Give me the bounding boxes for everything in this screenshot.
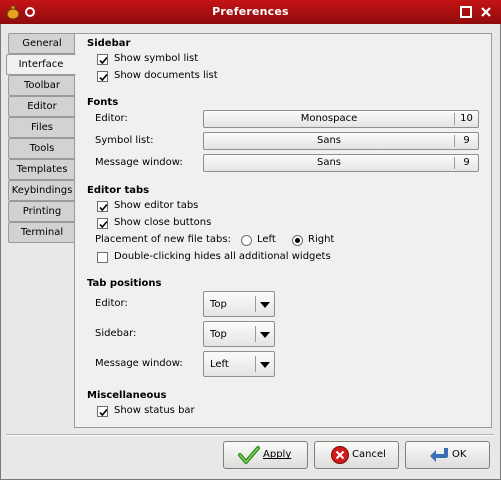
checkmark-icon: [99, 220, 108, 229]
tab-terminal[interactable]: Terminal: [8, 222, 75, 243]
window-title: Preferences: [212, 5, 289, 18]
ok-button-label: OK: [452, 449, 467, 460]
divider: [255, 356, 256, 372]
show-documents-list-checkbox[interactable]: [97, 71, 108, 82]
radio-selected-dot: [295, 238, 300, 243]
show-editor-tabs-checkbox[interactable]: [97, 201, 108, 212]
cancel-button-label: Cancel: [352, 449, 386, 460]
show-symbol-list-label[interactable]: Show symbol list: [114, 53, 198, 64]
button-area-separator: [6, 434, 494, 436]
show-close-buttons-label[interactable]: Show close buttons: [114, 217, 211, 228]
section-title-fonts: Fonts: [87, 97, 119, 108]
placement-left-label[interactable]: Left: [257, 234, 276, 245]
return-arrow-icon: [430, 448, 448, 462]
editor-tab-position-label: Editor:: [95, 298, 128, 309]
editor-font-button[interactable]: Monospace 10: [203, 110, 479, 128]
tab-toolbar[interactable]: Toolbar: [8, 75, 75, 96]
close-icon[interactable]: [479, 5, 493, 19]
tab-tools[interactable]: Tools: [8, 138, 75, 159]
message-window-tab-position-combo[interactable]: Left: [203, 351, 275, 377]
symbol-list-font-button[interactable]: Sans 9: [203, 132, 479, 150]
cancel-button[interactable]: Cancel: [314, 441, 399, 469]
checkmark-icon: [99, 56, 108, 65]
placement-right-label[interactable]: Right: [308, 234, 334, 245]
double-click-hides-checkbox[interactable]: [97, 252, 108, 263]
sidebar-tab-position-combo[interactable]: Top: [203, 321, 275, 347]
tab-templates[interactable]: Templates: [8, 159, 75, 180]
show-documents-list-label[interactable]: Show documents list: [114, 70, 218, 81]
tab-editor[interactable]: Editor: [8, 96, 75, 117]
message-window-font-button[interactable]: Sans 9: [203, 154, 479, 172]
cancel-icon: [331, 446, 349, 464]
message-window-font-label: Message window:: [95, 157, 183, 168]
dropdown-arrow-icon: [260, 332, 270, 338]
placement-label: Placement of new file tabs:: [95, 234, 231, 245]
apply-button[interactable]: Apply: [223, 441, 308, 469]
tab-files[interactable]: Files: [8, 117, 75, 138]
tab-general[interactable]: General: [8, 33, 75, 54]
editor-font-name: Monospace: [300, 113, 358, 124]
section-title-editor-tabs: Editor tabs: [87, 185, 150, 196]
editor-font-size: 10: [460, 113, 473, 124]
symbol-list-font-label: Symbol list:: [95, 135, 154, 146]
show-close-buttons-checkbox[interactable]: [97, 218, 108, 229]
title-bar[interactable]: Preferences: [0, 0, 501, 24]
show-symbol-list-checkbox[interactable]: [97, 54, 108, 65]
placement-left-radio[interactable]: [241, 235, 252, 246]
double-click-hides-label[interactable]: Double-clicking hides all additional wid…: [114, 251, 331, 262]
message-window-tab-position-value: Left: [210, 359, 229, 370]
symbol-list-font-name: Sans: [316, 135, 342, 146]
show-status-bar-label[interactable]: Show status bar: [114, 405, 195, 416]
show-editor-tabs-label[interactable]: Show editor tabs: [114, 200, 198, 211]
sidebar-tab-position-value: Top: [210, 329, 227, 340]
checkmark-icon: [99, 408, 108, 417]
divider: [255, 326, 256, 342]
message-window-tab-position-label: Message window:: [95, 358, 183, 369]
editor-tab-position-combo[interactable]: Top: [203, 291, 275, 317]
ok-button[interactable]: OK: [405, 441, 490, 469]
section-title-miscellaneous: Miscellaneous: [87, 390, 167, 401]
section-title-sidebar: Sidebar: [87, 38, 131, 49]
editor-tab-position-value: Top: [210, 299, 227, 310]
symbol-list-font-size: 9: [463, 135, 470, 146]
editor-font-label: Editor:: [95, 113, 128, 124]
placement-right-radio[interactable]: [292, 235, 303, 246]
divider: [255, 296, 256, 312]
checkmark-icon: [99, 73, 108, 82]
message-window-font-name: Sans: [316, 157, 342, 168]
tab-interface[interactable]: Interface: [6, 54, 76, 75]
maximize-icon[interactable]: [459, 5, 473, 19]
tab-keybindings[interactable]: Keybindings: [8, 180, 75, 201]
sidebar-tab-position-label: Sidebar:: [95, 328, 137, 339]
dropdown-arrow-icon: [260, 362, 270, 368]
tab-printing[interactable]: Printing: [8, 201, 75, 222]
show-status-bar-checkbox[interactable]: [97, 406, 108, 417]
section-title-tab-positions: Tab positions: [87, 278, 162, 289]
apply-button-label: Apply: [263, 449, 292, 460]
checkmark-icon: [99, 203, 108, 212]
dropdown-arrow-icon: [260, 302, 270, 308]
message-window-font-size: 9: [463, 157, 470, 168]
checkmark-icon: [238, 446, 260, 464]
